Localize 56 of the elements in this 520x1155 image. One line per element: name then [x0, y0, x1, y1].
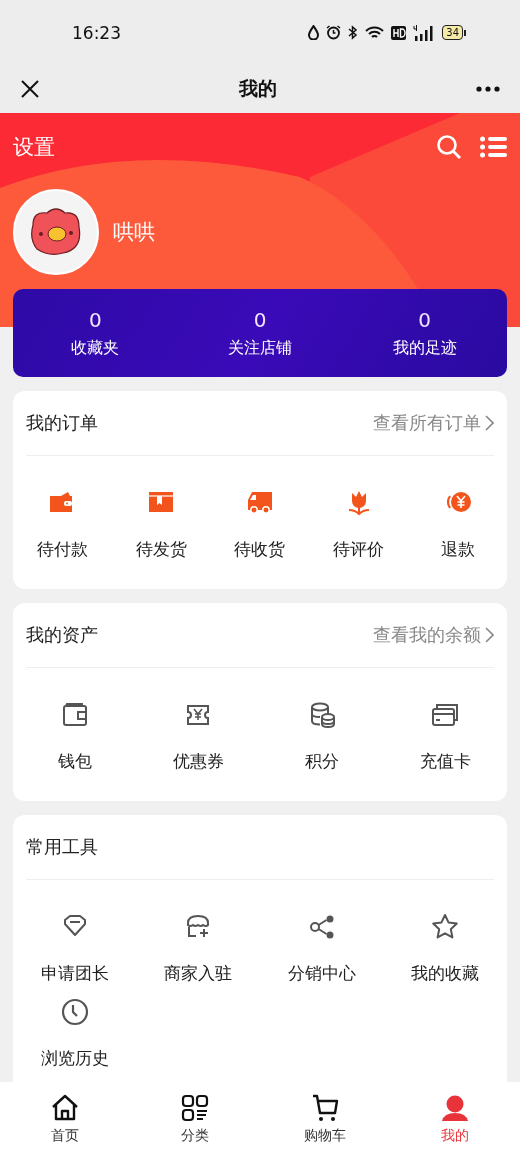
- drop-icon: [308, 25, 320, 40]
- menu-item[interactable]: 待发货: [111, 488, 211, 561]
- search-button[interactable]: [436, 134, 462, 160]
- chevron-icon: [485, 415, 494, 431]
- menu-button[interactable]: [480, 136, 507, 158]
- menu-item[interactable]: 待收货: [210, 488, 310, 561]
- tab[interactable]: 分类: [130, 1082, 260, 1155]
- more-icon: [476, 86, 500, 92]
- tab[interactable]: 我的: [390, 1082, 520, 1155]
- settings-link[interactable]: 设置: [13, 133, 55, 161]
- bluetooth-icon: [348, 25, 359, 40]
- battery-icon: 34: [442, 25, 466, 40]
- user-name: 哄哄: [113, 219, 155, 246]
- clock-time: 16:23: [72, 22, 122, 43]
- menu-item[interactable]: 待付款: [13, 488, 112, 561]
- menu-item[interactable]: 申请团长: [13, 912, 137, 985]
- menu-item[interactable]: 积分: [260, 700, 384, 773]
- section-title: 常用工具: [26, 835, 98, 859]
- menu-item[interactable]: 我的收藏: [383, 912, 507, 985]
- home-icon: [50, 1092, 80, 1123]
- stat-label: 收藏夹: [71, 337, 120, 359]
- tab[interactable]: 首页: [0, 1082, 130, 1155]
- stat-item[interactable]: 0 收藏夹: [13, 307, 178, 359]
- stat-count: 0: [253, 307, 267, 332]
- menu-item[interactable]: 商家入驻: [136, 912, 260, 985]
- stat-item[interactable]: 0 关注店铺: [177, 307, 343, 359]
- stat-item[interactable]: 0 我的足迹: [342, 307, 507, 359]
- menu-item[interactable]: 浏览历史: [13, 997, 137, 1070]
- stat-count: 0: [418, 307, 432, 332]
- close-icon: [20, 79, 40, 99]
- tab[interactable]: 购物车: [260, 1082, 390, 1155]
- section-title: 我的资产: [26, 623, 98, 647]
- avatar[interactable]: [13, 189, 99, 275]
- menu-item[interactable]: 充值卡: [383, 700, 507, 773]
- menu-item[interactable]: 退款: [408, 488, 507, 561]
- stat-label: 我的足迹: [392, 337, 457, 359]
- view-all-link[interactable]: 查看我的余额: [373, 623, 494, 647]
- menu-item[interactable]: 钱包: [13, 700, 137, 773]
- alarm-icon: [326, 25, 342, 40]
- page-title: 我的: [239, 76, 277, 101]
- stat-count: 0: [88, 307, 102, 332]
- grid-icon: [180, 1092, 210, 1123]
- view-all-link[interactable]: 查看所有订单: [373, 411, 494, 435]
- signal-icon: [413, 24, 436, 41]
- menu-item[interactable]: 优惠券: [136, 700, 260, 773]
- menu-icon: [480, 136, 507, 158]
- search-icon: [436, 134, 462, 160]
- menu-item[interactable]: 分销中心: [260, 912, 384, 985]
- cart-icon: [310, 1092, 340, 1123]
- wifi-icon: [365, 25, 385, 40]
- menu-item[interactable]: 待评价: [309, 488, 409, 561]
- stat-label: 关注店铺: [228, 337, 292, 359]
- clock-icon: [59, 997, 90, 1027]
- chevron-icon: [485, 627, 494, 643]
- section-title: 我的订单: [26, 411, 98, 435]
- hd-icon: [391, 25, 407, 40]
